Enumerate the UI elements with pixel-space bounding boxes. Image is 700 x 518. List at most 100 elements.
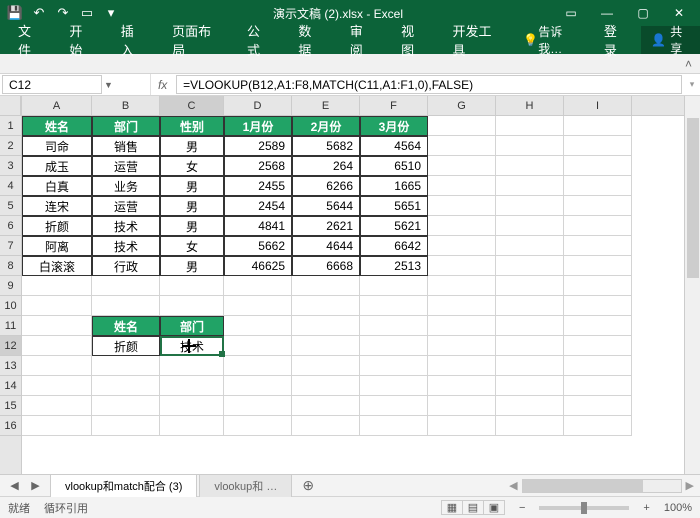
hscroll-left[interactable]: ◀ xyxy=(509,479,517,492)
row-header-3[interactable]: 3 xyxy=(0,156,21,176)
tab-insert[interactable]: 插入 xyxy=(107,26,158,54)
cell-E2[interactable]: 5682 xyxy=(292,136,360,156)
cell-A12[interactable] xyxy=(22,336,92,356)
cell-D6[interactable]: 4841 xyxy=(224,216,292,236)
cell-H1[interactable] xyxy=(496,116,564,136)
cell-D16[interactable] xyxy=(224,416,292,436)
vertical-scrollbar[interactable] xyxy=(684,96,700,474)
cell-F12[interactable] xyxy=(360,336,428,356)
cell-D14[interactable] xyxy=(224,376,292,396)
cell-I11[interactable] xyxy=(564,316,632,336)
cell-C9[interactable] xyxy=(160,276,224,296)
row-header-13[interactable]: 13 xyxy=(0,356,21,376)
cell-G1[interactable] xyxy=(428,116,496,136)
col-header-A[interactable]: A xyxy=(22,96,92,115)
cell-C12[interactable]: 技术 xyxy=(160,336,224,356)
cell-C7[interactable]: 女 xyxy=(160,236,224,256)
cell-I3[interactable] xyxy=(564,156,632,176)
cell-G11[interactable] xyxy=(428,316,496,336)
row-header-9[interactable]: 9 xyxy=(0,276,21,296)
cell-D7[interactable]: 5662 xyxy=(224,236,292,256)
cell-F11[interactable] xyxy=(360,316,428,336)
cell-G6[interactable] xyxy=(428,216,496,236)
cell-D8[interactable]: 46625 xyxy=(224,256,292,276)
cell-E8[interactable]: 6668 xyxy=(292,256,360,276)
row-header-2[interactable]: 2 xyxy=(0,136,21,156)
cell-I14[interactable] xyxy=(564,376,632,396)
cell-H11[interactable] xyxy=(496,316,564,336)
cell-B13[interactable] xyxy=(92,356,160,376)
col-header-C[interactable]: C xyxy=(160,96,224,115)
hscroll-right[interactable]: ▶ xyxy=(686,479,694,492)
cell-C3[interactable]: 女 xyxy=(160,156,224,176)
cell-D9[interactable] xyxy=(224,276,292,296)
cell-B7[interactable]: 技术 xyxy=(92,236,160,256)
cell-D11[interactable] xyxy=(224,316,292,336)
view-buttons[interactable]: ▦▤▣ xyxy=(442,500,505,515)
cell-H6[interactable] xyxy=(496,216,564,236)
tab-formula[interactable]: 公式 xyxy=(233,26,284,54)
sheet-tab-2[interactable]: vlookup和 … xyxy=(199,474,292,497)
cell-A8[interactable]: 白滚滚 xyxy=(22,256,92,276)
formula-expand[interactable]: ▾ xyxy=(684,74,700,95)
col-header-I[interactable]: I xyxy=(564,96,632,115)
cell-I4[interactable] xyxy=(564,176,632,196)
cell-D13[interactable] xyxy=(224,356,292,376)
cell-B8[interactable]: 行政 xyxy=(92,256,160,276)
cell-I7[interactable] xyxy=(564,236,632,256)
cell-E14[interactable] xyxy=(292,376,360,396)
col-header-F[interactable]: F xyxy=(360,96,428,115)
cell-G3[interactable] xyxy=(428,156,496,176)
name-box[interactable]: C12 xyxy=(2,75,102,94)
row-header-11[interactable]: 11 xyxy=(0,316,21,336)
horizontal-scrollbar[interactable] xyxy=(522,479,682,493)
cell-D1[interactable]: 1月份 xyxy=(224,116,292,136)
row-header-14[interactable]: 14 xyxy=(0,376,21,396)
cell-A3[interactable]: 成玉 xyxy=(22,156,92,176)
cell-G15[interactable] xyxy=(428,396,496,416)
cell-C10[interactable] xyxy=(160,296,224,316)
tab-dev[interactable]: 开发工具 xyxy=(439,26,514,54)
cell-F6[interactable]: 5621 xyxy=(360,216,428,236)
zoom-in[interactable]: + xyxy=(643,502,649,514)
row-header-6[interactable]: 6 xyxy=(0,216,21,236)
cell-D3[interactable]: 2568 xyxy=(224,156,292,176)
cell-F13[interactable] xyxy=(360,356,428,376)
formula-bar[interactable]: =VLOOKUP(B12,A1:F8,MATCH(C11,A1:F1,0),FA… xyxy=(176,75,682,94)
cell-H14[interactable] xyxy=(496,376,564,396)
cell-I13[interactable] xyxy=(564,356,632,376)
login-button[interactable]: 登录 xyxy=(590,26,641,54)
cell-G4[interactable] xyxy=(428,176,496,196)
cell-I8[interactable] xyxy=(564,256,632,276)
cell-B2[interactable]: 销售 xyxy=(92,136,160,156)
cell-E5[interactable]: 5644 xyxy=(292,196,360,216)
ribbon-options-icon[interactable]: ▭ xyxy=(554,3,588,23)
cell-F5[interactable]: 5651 xyxy=(360,196,428,216)
cell-A15[interactable] xyxy=(22,396,92,416)
sheet-add-button[interactable]: ⊕ xyxy=(294,477,322,494)
zoom-level[interactable]: 100% xyxy=(664,502,692,514)
cell-C2[interactable]: 男 xyxy=(160,136,224,156)
tab-view[interactable]: 视图 xyxy=(387,26,438,54)
cell-G12[interactable] xyxy=(428,336,496,356)
cell-C8[interactable]: 男 xyxy=(160,256,224,276)
qat-undo[interactable]: ↶ xyxy=(28,3,50,23)
cell-H7[interactable] xyxy=(496,236,564,256)
cell-E13[interactable] xyxy=(292,356,360,376)
row-header-16[interactable]: 16 xyxy=(0,416,21,436)
cell-A7[interactable]: 阿离 xyxy=(22,236,92,256)
cell-F3[interactable]: 6510 xyxy=(360,156,428,176)
cell-I9[interactable] xyxy=(564,276,632,296)
col-header-H[interactable]: H xyxy=(496,96,564,115)
col-header-G[interactable]: G xyxy=(428,96,496,115)
tab-review[interactable]: 审阅 xyxy=(336,26,387,54)
cell-C4[interactable]: 男 xyxy=(160,176,224,196)
cell-E16[interactable] xyxy=(292,416,360,436)
cell-E15[interactable] xyxy=(292,396,360,416)
fx-icon[interactable]: fx xyxy=(150,74,174,95)
cell-E10[interactable] xyxy=(292,296,360,316)
cell-D4[interactable]: 2455 xyxy=(224,176,292,196)
cell-A13[interactable] xyxy=(22,356,92,376)
cell-G7[interactable] xyxy=(428,236,496,256)
cell-G2[interactable] xyxy=(428,136,496,156)
